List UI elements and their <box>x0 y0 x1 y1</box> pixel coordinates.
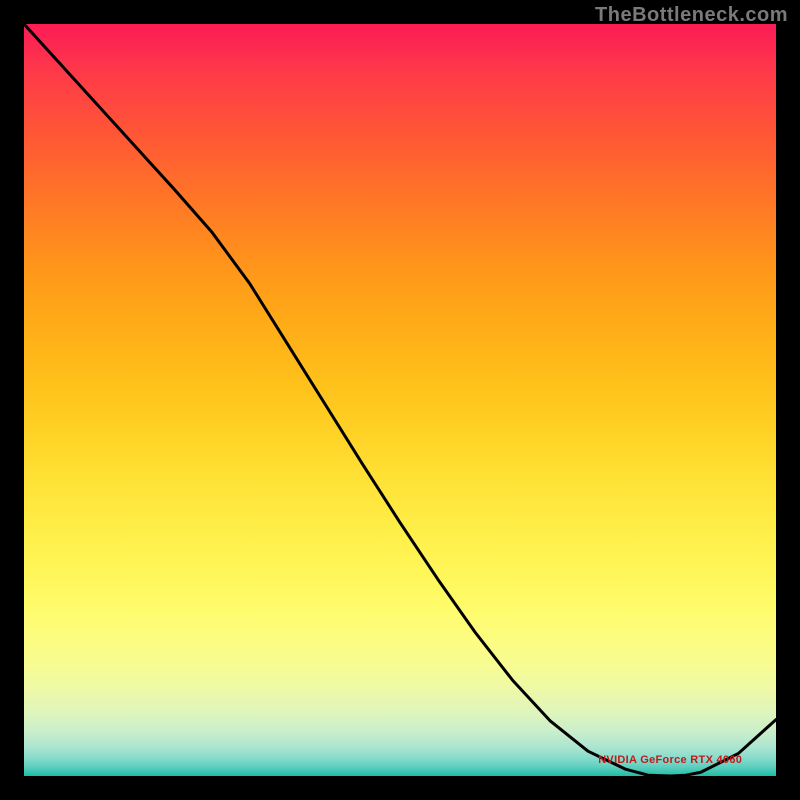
gpu-point-label: NVIDIA GeForce RTX 4060 <box>598 754 742 766</box>
attribution-text: TheBottleneck.com <box>595 4 788 27</box>
viewport: TheBottleneck.com NVIDIA GeForce RTX 406… <box>0 0 800 800</box>
bottleneck-curve <box>24 24 776 776</box>
chart-line-layer <box>24 24 776 776</box>
chart-area: NVIDIA GeForce RTX 4060 <box>24 24 776 776</box>
